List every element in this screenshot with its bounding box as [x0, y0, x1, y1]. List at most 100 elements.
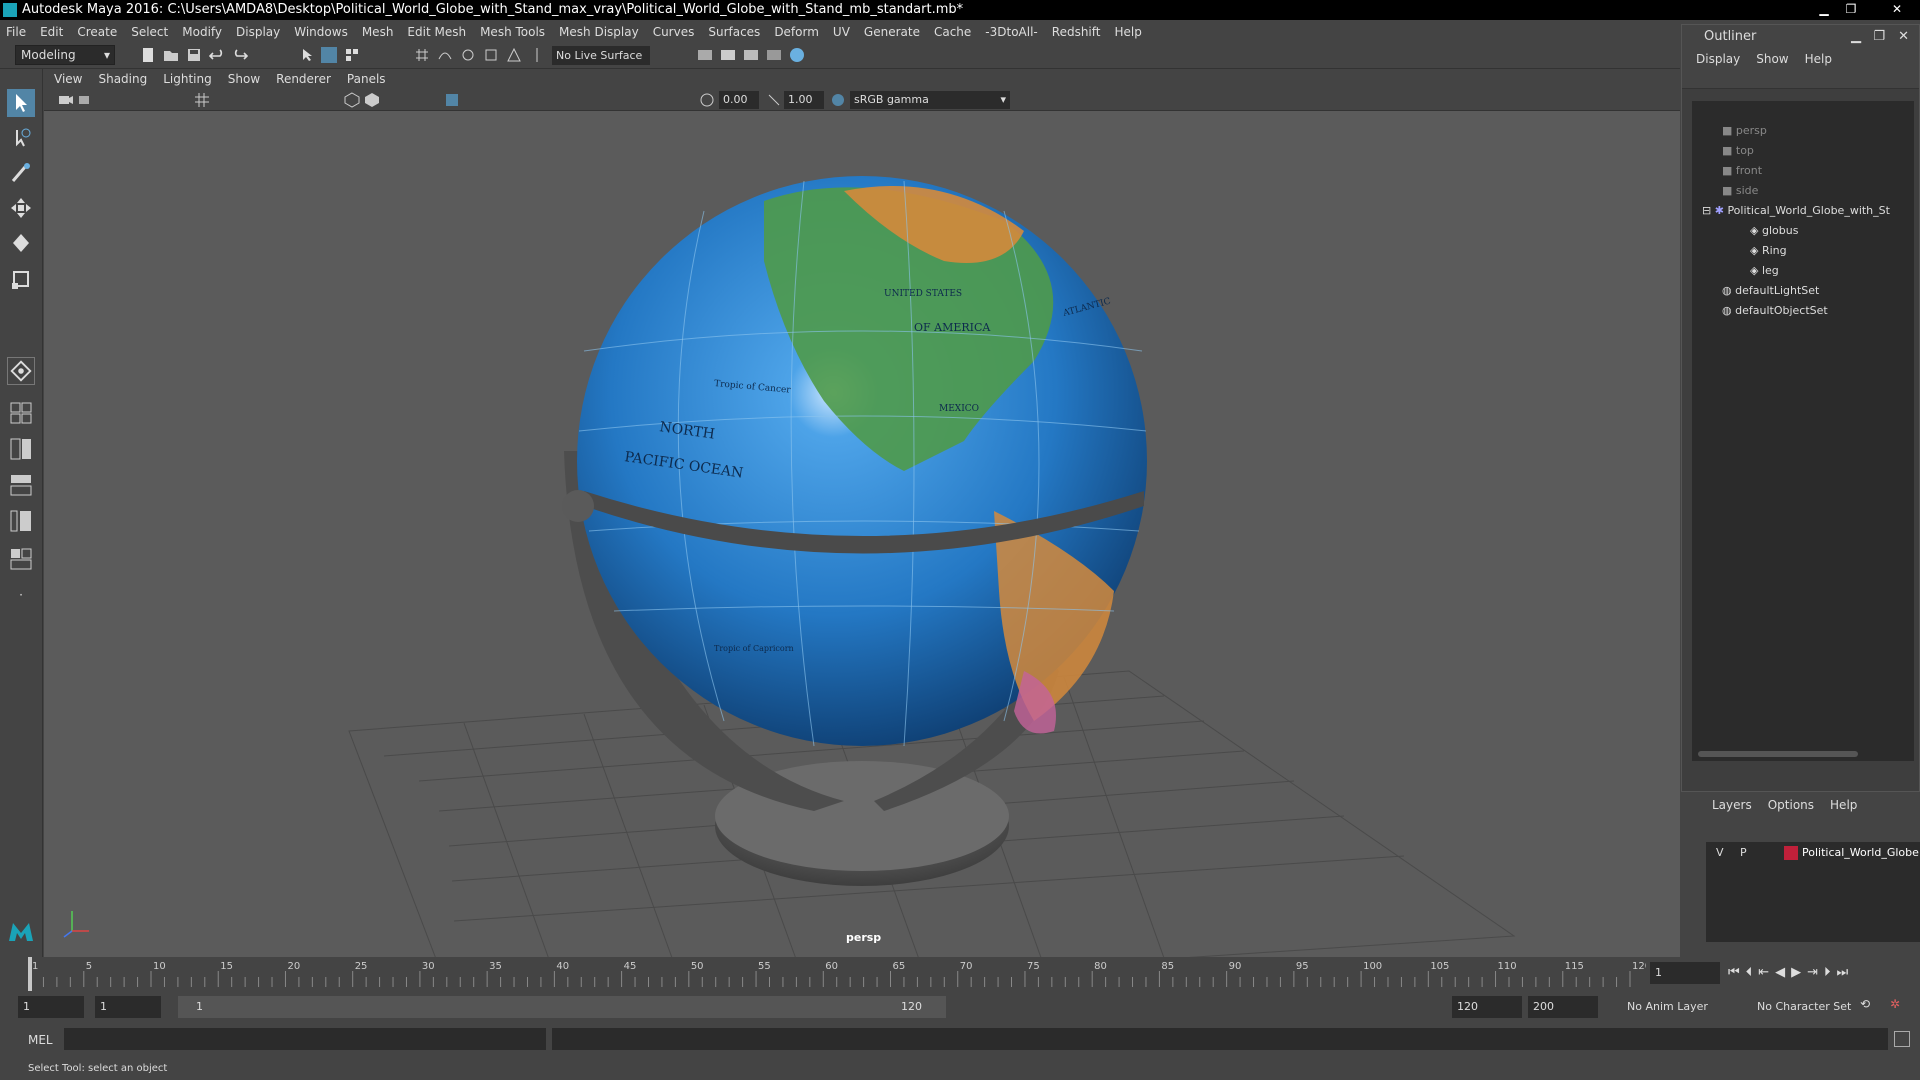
menu-deform[interactable]: Deform: [774, 25, 819, 39]
playback-start-field[interactable]: 1: [95, 996, 161, 1018]
gamma-icon[interactable]: [766, 92, 782, 108]
menu-mesh[interactable]: Mesh: [362, 25, 394, 39]
rotate-tool-icon[interactable]: [7, 229, 35, 257]
step-forward-icon[interactable]: ⏵: [1824, 965, 1837, 980]
outliner-item-default-light-set[interactable]: ◍ defaultLightSet: [1722, 281, 1819, 301]
layout-four-panes-icon[interactable]: [7, 399, 35, 427]
layer-visibility-toggle[interactable]: V: [1716, 842, 1724, 864]
scale-tool-icon[interactable]: [7, 265, 35, 293]
render-view-icon[interactable]: [789, 47, 805, 63]
layout-hypershade-icon[interactable]: [7, 545, 35, 573]
step-back-icon[interactable]: ⏴: [1746, 965, 1759, 980]
close-icon[interactable]: ✕: [1886, 1, 1908, 17]
outliner-item-ring[interactable]: ◈ Ring: [1750, 241, 1787, 261]
menu-edit-mesh[interactable]: Edit Mesh: [407, 25, 466, 39]
layout-graph-editor-icon[interactable]: [7, 507, 35, 535]
viewport-menu-shading[interactable]: Shading: [98, 72, 147, 86]
exposure-field[interactable]: 0.00: [719, 91, 759, 109]
menu-uv[interactable]: UV: [833, 25, 850, 39]
viewport-menu-lighting[interactable]: Lighting: [163, 72, 212, 86]
render-frame-icon[interactable]: [720, 47, 736, 63]
color-space-select[interactable]: sRGB gamma ▾: [850, 91, 1010, 109]
outliner-item-globe-group[interactable]: ⊟ ✱ Political_World_Globe_with_St: [1702, 201, 1890, 221]
play-forward-icon[interactable]: ▶: [1791, 965, 1807, 980]
color-management-icon[interactable]: [830, 92, 846, 108]
layers-menu-help[interactable]: Help: [1830, 798, 1857, 812]
anim-layer-select[interactable]: No Anim Layer: [1622, 996, 1742, 1018]
make-live-icon[interactable]: [506, 47, 522, 63]
current-frame-field[interactable]: 1: [1650, 962, 1720, 984]
outliner-item-default-object-set[interactable]: ◍ defaultObjectSet: [1722, 301, 1828, 321]
select-by-hierarchy-icon[interactable]: [300, 47, 316, 63]
go-to-end-icon[interactable]: ⏭: [1837, 965, 1855, 980]
outliner-item-globus[interactable]: ◈ globus: [1750, 221, 1798, 241]
animation-start-field[interactable]: 1: [18, 996, 84, 1018]
layers-menu-options[interactable]: Options: [1768, 798, 1814, 812]
minimize-icon[interactable]: ▁: [1813, 1, 1835, 17]
layer-color-swatch[interactable]: [1784, 846, 1798, 860]
command-language-label[interactable]: MEL: [28, 1033, 53, 1047]
play-back-icon[interactable]: ◀: [1775, 965, 1791, 980]
outliner-menu-display[interactable]: Display: [1696, 52, 1740, 66]
snap-to-point-icon[interactable]: [460, 47, 476, 63]
viewport-menu-panels[interactable]: Panels: [347, 72, 386, 86]
outliner-item-side[interactable]: ■ side: [1722, 181, 1758, 201]
open-scene-icon[interactable]: [163, 47, 179, 63]
more-layouts-icon[interactable]: ·: [7, 581, 35, 609]
layout-side-by-side-icon[interactable]: [7, 435, 35, 463]
select-tool-icon[interactable]: [7, 89, 35, 117]
close-icon[interactable]: ✕: [1898, 25, 1909, 49]
go-to-start-icon[interactable]: ⏮: [1728, 965, 1746, 980]
viewport-menu-view[interactable]: View: [54, 72, 82, 86]
outliner-menu-help[interactable]: Help: [1805, 52, 1832, 66]
wireframe-icon[interactable]: [344, 92, 360, 108]
menu-generate[interactable]: Generate: [864, 25, 920, 39]
auto-key-icon[interactable]: ⟲: [1860, 997, 1870, 1011]
viewport-menu-show[interactable]: Show: [228, 72, 260, 86]
snap-to-curve-icon[interactable]: [437, 47, 453, 63]
outliner-search-input[interactable]: [1682, 69, 1919, 89]
viewport-panel[interactable]: View Shading Lighting Show Renderer Pane…: [44, 69, 1680, 957]
time-slider-ruler[interactable]: 1 5 10 15 20 25 30 35 40 45 50 55 60 65 70 75 80 85 90 95 10…: [24, 957, 1646, 991]
time-slider[interactable]: 1 5 10 15 20 25 30 35 40 45 50 55 60 65 70 75 80 85 90 95 10…: [0, 957, 1920, 991]
menu-edit[interactable]: Edit: [40, 25, 63, 39]
menu-mesh-tools[interactable]: Mesh Tools: [480, 25, 545, 39]
menu-mesh-display[interactable]: Mesh Display: [559, 25, 639, 39]
select-by-object-icon[interactable]: [321, 47, 337, 63]
step-forward-key-icon[interactable]: ⇥: [1807, 965, 1824, 980]
layer-playback-toggle[interactable]: P: [1740, 842, 1747, 864]
grid-toggle-icon[interactable]: [194, 92, 210, 108]
camera-select-icon[interactable]: [58, 92, 74, 108]
menu-curves[interactable]: Curves: [653, 25, 695, 39]
paint-select-icon[interactable]: [7, 159, 35, 187]
move-tool-icon[interactable]: [7, 194, 35, 222]
outliner-scrollbar[interactable]: [1698, 751, 1858, 757]
live-surface-field[interactable]: No Live Surface: [552, 46, 650, 65]
menu-create[interactable]: Create: [77, 25, 117, 39]
snap-to-view-plane-icon[interactable]: [483, 47, 499, 63]
preferences-icon[interactable]: ✲: [1890, 997, 1900, 1011]
outliner-item-persp[interactable]: ■ persp: [1722, 121, 1767, 141]
menu-select[interactable]: Select: [131, 25, 168, 39]
animation-end-field[interactable]: 200: [1528, 996, 1598, 1018]
symmetry-icon[interactable]: [529, 47, 545, 63]
outliner-item-front[interactable]: ■ front: [1722, 161, 1762, 181]
gamma-field[interactable]: 1.00: [784, 91, 824, 109]
hypershade-icon[interactable]: [766, 47, 782, 63]
menu-help[interactable]: Help: [1114, 25, 1141, 39]
viewport-menu-renderer[interactable]: Renderer: [276, 72, 331, 86]
playback-end-field[interactable]: 120: [1452, 996, 1522, 1018]
layer-row[interactable]: V P Political_World_Globe: [1706, 842, 1920, 864]
menu-display[interactable]: Display: [236, 25, 280, 39]
ipr-render-icon[interactable]: [743, 47, 759, 63]
undo-icon[interactable]: [209, 47, 225, 63]
outliner-tree[interactable]: ■ persp ■ top ■ front ■ side ⊟ ✱ Politic…: [1692, 101, 1914, 761]
step-back-key-icon[interactable]: ⇤: [1758, 965, 1775, 980]
outliner-item-leg[interactable]: ◈ leg: [1750, 261, 1779, 281]
redo-icon[interactable]: [232, 47, 248, 63]
select-by-component-icon[interactable]: [344, 47, 360, 63]
snap-to-grid-icon[interactable]: [414, 47, 430, 63]
outliner-menu-show[interactable]: Show: [1756, 52, 1788, 66]
menu-windows[interactable]: Windows: [294, 25, 348, 39]
layer-name[interactable]: Political_World_Globe: [1802, 842, 1919, 864]
